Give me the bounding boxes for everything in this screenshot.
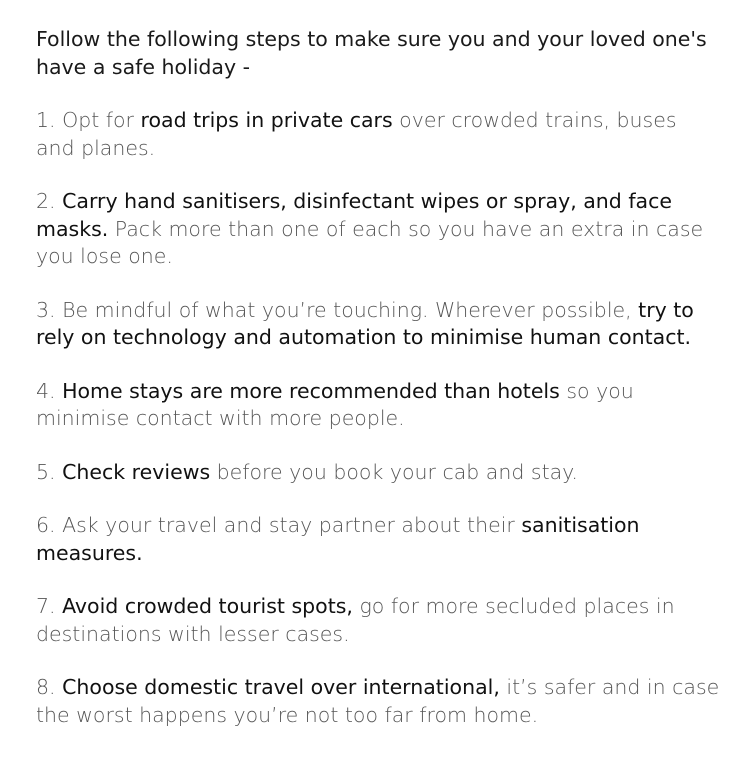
step-number: 6.	[36, 513, 56, 537]
step-emphasis-text: Check reviews	[62, 459, 211, 484]
step-item: 5. Check reviews before you book your ca…	[36, 459, 720, 487]
step-number: 8.	[36, 675, 56, 699]
step-item: 4. Home stays are more recommended than …	[36, 378, 720, 433]
step-text: Opt for	[62, 108, 141, 132]
step-item: 3. Be mindful of what you’re touching. W…	[36, 297, 720, 352]
step-item: 8. Choose domestic travel over internati…	[36, 674, 720, 729]
step-number: 3.	[36, 297, 56, 322]
step-item: 1. Opt for road trips in private cars ov…	[36, 107, 720, 162]
step-number: 4.	[36, 378, 56, 403]
document-page: Follow the following steps to make sure …	[0, 0, 756, 777]
step-emphasis-text: Choose domestic travel over internationa…	[62, 675, 500, 699]
step-emphasis-text: Avoid crowded tourist spots,	[62, 594, 353, 618]
step-number: 2.	[36, 189, 56, 213]
step-text: before you book your cab and stay.	[210, 459, 578, 484]
step-number: 7.	[36, 594, 56, 618]
intro-text: Follow the following steps to make sure …	[36, 27, 707, 79]
step-item: 2. Carry hand sanitisers, disinfectant w…	[36, 188, 720, 271]
step-text: Ask your travel and stay partner about t…	[62, 513, 522, 537]
step-item: 7. Avoid crowded tourist spots, go for m…	[36, 593, 720, 648]
step-item: 6. Ask your travel and stay partner abou…	[36, 512, 720, 567]
step-text: Pack more than one of each so you have a…	[36, 216, 704, 269]
steps-list: 1. Opt for road trips in private cars ov…	[36, 107, 720, 729]
step-number: 5.	[36, 459, 56, 484]
step-number: 1.	[36, 108, 56, 132]
step-emphasis-text: Home stays are more recommended than hot…	[62, 378, 560, 403]
step-text: Be mindful of what you’re touching. Wher…	[62, 297, 639, 322]
step-emphasis-text: road trips in private cars	[140, 108, 393, 132]
